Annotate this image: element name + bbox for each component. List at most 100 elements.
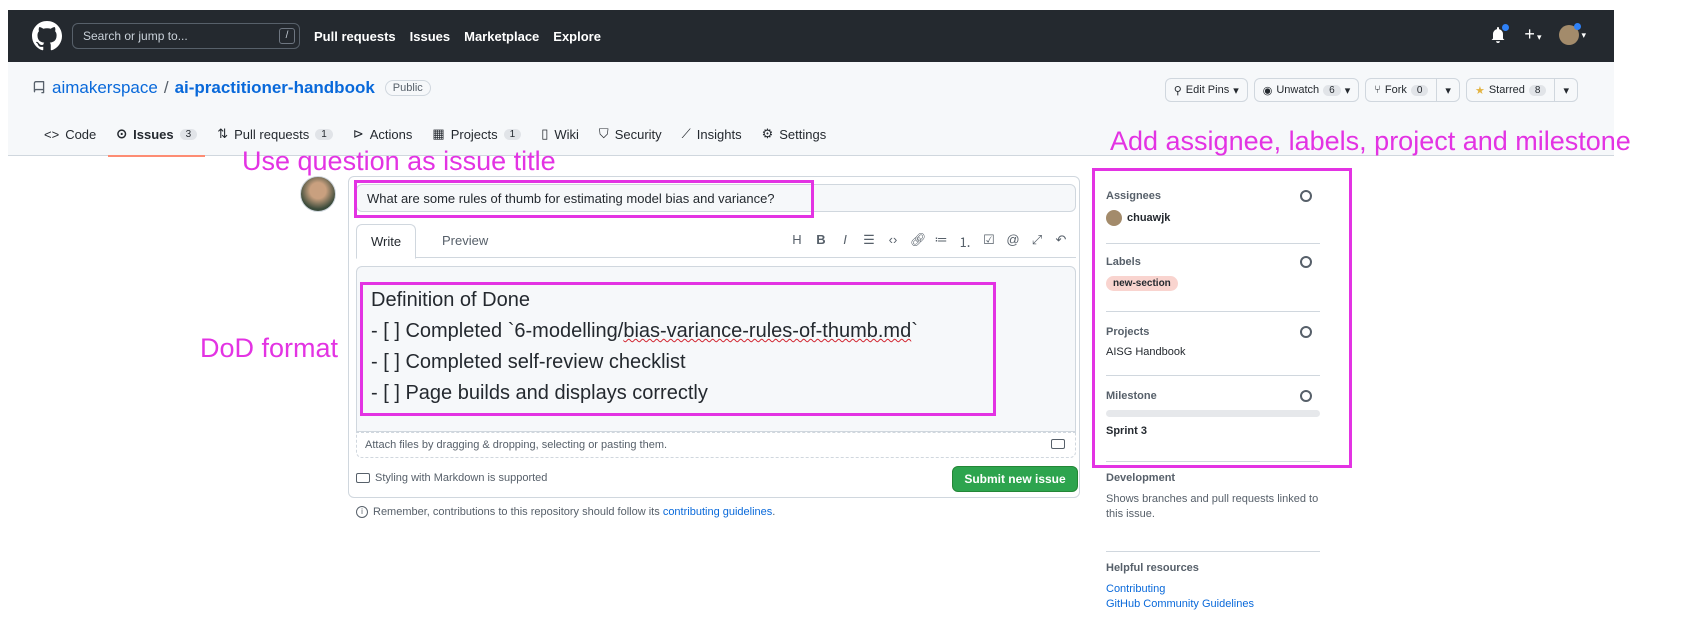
global-nav: Pull requests Issues Marketplace Explore: [314, 29, 601, 44]
search-shortcut-key: /: [279, 28, 295, 44]
gear-icon: ⚙: [761, 126, 774, 141]
tab-insights[interactable]: ⟋ Insights: [674, 120, 750, 154]
star-icon: ★: [1474, 84, 1485, 97]
star-button-group: ★ Starred 8 ▾: [1465, 78, 1578, 102]
dod-highlight-box: [360, 282, 996, 416]
community-guidelines-link[interactable]: GitHub Community Guidelines: [1106, 597, 1320, 612]
tab-preview[interactable]: Preview: [428, 224, 502, 259]
page: Search or jump to... / Pull requests Iss…: [0, 0, 1684, 618]
create-new-menu[interactable]: + ▾: [1524, 25, 1541, 45]
repo-name-link[interactable]: ai-practitioner-handbook: [175, 78, 375, 98]
development-description: Shows branches and pull requests linked …: [1106, 493, 1319, 520]
pull-requests-count: 1: [315, 128, 333, 140]
attach-files-text: Attach files by dragging & dropping, sel…: [365, 439, 668, 451]
resource-links: Contributing GitHub Community Guidelines: [1106, 582, 1320, 612]
tab-write[interactable]: Write: [356, 224, 417, 259]
info-icon: i: [356, 506, 368, 518]
fork-button[interactable]: ⑂ Fork 0: [1366, 79, 1436, 101]
tab-issues[interactable]: ⊙ Issues 3: [108, 120, 206, 157]
fork-count: 0: [1410, 84, 1429, 96]
italic-icon[interactable]: I: [838, 232, 852, 251]
markdown-icon: [356, 473, 370, 483]
projects-count: 1: [503, 128, 522, 140]
nav-marketplace[interactable]: Marketplace: [464, 29, 539, 44]
nav-pull-requests[interactable]: Pull requests: [314, 29, 396, 44]
plus-icon: +: [1524, 24, 1535, 44]
issues-count: 3: [179, 128, 198, 140]
tab-security-label: Security: [614, 126, 662, 142]
fork-dropdown[interactable]: ▾: [1436, 79, 1459, 101]
markdown-support-text: Styling with Markdown is supported: [375, 472, 548, 484]
unwatch-label: Unwatch: [1276, 84, 1320, 96]
sidebar-annotation: Add assignee, labels, project and milest…: [1110, 126, 1631, 156]
markdown-toolbar: H B I ☰ ‹› 🔗︎ ≔ ⒈ ☑ @ ⤢ ↶: [790, 232, 1068, 251]
notifications-bell-icon[interactable]: [1490, 24, 1510, 44]
attach-files-area[interactable]: Attach files by dragging & dropping, sel…: [356, 432, 1076, 458]
user-avatar: [1559, 23, 1582, 45]
edit-pins-button[interactable]: ⚲ Edit Pins ▾: [1164, 78, 1248, 102]
eye-icon: ◉: [1262, 84, 1273, 97]
contribution-reminder: i Remember, contributions to this reposi…: [356, 506, 775, 518]
dod-annotation: DoD format: [200, 333, 339, 363]
watch-count: 6: [1323, 84, 1341, 96]
status-dot: [1574, 23, 1582, 30]
repo-actions: ⚲ Edit Pins ▾ ◉ Unwatch 6 ▾ ⑂ Fork 0 ▾ ★ Starred…: [1164, 78, 1578, 102]
tab-wiki-label: Wiki: [554, 126, 579, 142]
code-icon[interactable]: ‹›: [886, 232, 900, 251]
star-list-dropdown[interactable]: ▾: [1554, 79, 1577, 101]
fork-label: Fork: [1384, 84, 1407, 96]
graph-icon: ⟋: [681, 126, 691, 141]
helpful-resources-heading: Helpful resources: [1106, 562, 1199, 574]
quote-icon[interactable]: ☰: [862, 232, 876, 251]
sidebar-highlight-box: [1092, 168, 1352, 468]
table-icon: ▦: [432, 126, 445, 141]
markdown-support-note[interactable]: Styling with Markdown is supported: [356, 472, 547, 484]
tab-insights-label: Insights: [696, 126, 742, 142]
heading-icon[interactable]: H: [790, 232, 804, 251]
development-heading: Development: [1106, 472, 1176, 484]
tab-pull-requests-label: Pull requests: [234, 126, 310, 142]
link-icon[interactable]: 🔗︎: [910, 232, 927, 251]
code-icon: <>: [44, 126, 60, 142]
nav-explore[interactable]: Explore: [553, 29, 601, 44]
tab-projects-label: Projects: [450, 126, 498, 142]
contributing-link[interactable]: Contributing: [1106, 582, 1320, 597]
edit-pins-label: Edit Pins: [1185, 84, 1230, 96]
chevron-down-icon: ▾: [1445, 84, 1451, 97]
user-menu[interactable]: ▾: [1559, 23, 1586, 45]
helpful-resources-section: Helpful resources Contributing GitHub Co…: [1106, 552, 1320, 618]
reply-icon[interactable]: ↶: [1054, 232, 1068, 251]
tab-code-label: Code: [65, 126, 97, 142]
author-avatar: [300, 176, 336, 212]
unordered-list-icon[interactable]: ≔: [934, 232, 948, 251]
header-actions: + ▾ ▾: [1490, 23, 1586, 45]
tab-settings[interactable]: ⚙ Settings: [754, 120, 835, 154]
ordered-list-icon[interactable]: ⒈: [958, 232, 972, 251]
mention-icon[interactable]: @: [1006, 232, 1020, 251]
tab-actions-label: Actions: [369, 126, 413, 142]
chevron-down-icon: ▾: [1344, 84, 1351, 97]
task-list-icon[interactable]: ☑: [982, 232, 996, 251]
nav-issues[interactable]: Issues: [410, 29, 450, 44]
global-header: Search or jump to... / Pull requests Iss…: [8, 10, 1614, 62]
tab-code[interactable]: <> Code: [36, 120, 104, 154]
repo-owner-link[interactable]: aimakerspace: [52, 78, 158, 98]
bold-icon[interactable]: B: [814, 232, 828, 251]
starred-button[interactable]: ★ Starred 8: [1467, 79, 1555, 101]
play-icon: ⊳: [352, 126, 364, 141]
development-section: Development Shows branches and pull requ…: [1106, 472, 1320, 552]
github-logo-icon[interactable]: [32, 21, 62, 51]
pin-icon: ⚲: [1173, 84, 1182, 97]
visibility-badge: Public: [384, 80, 431, 96]
title-highlight-box: [354, 180, 814, 218]
tab-security[interactable]: ⛉ Security: [591, 120, 670, 154]
chevron-down-icon: ▾: [1536, 32, 1542, 42]
contributing-guidelines-link[interactable]: contributing guidelines: [663, 506, 772, 518]
reference-icon[interactable]: ⤢: [1030, 232, 1044, 251]
unwatch-button[interactable]: ◉ Unwatch 6 ▾: [1253, 78, 1360, 102]
search-input[interactable]: Search or jump to... /: [72, 23, 300, 49]
chevron-down-icon: ▾: [1581, 29, 1586, 40]
repo-separator: /: [163, 78, 169, 97]
submit-new-issue-button[interactable]: Submit new issue: [952, 466, 1078, 492]
fork-icon: ⑂: [1374, 84, 1381, 96]
